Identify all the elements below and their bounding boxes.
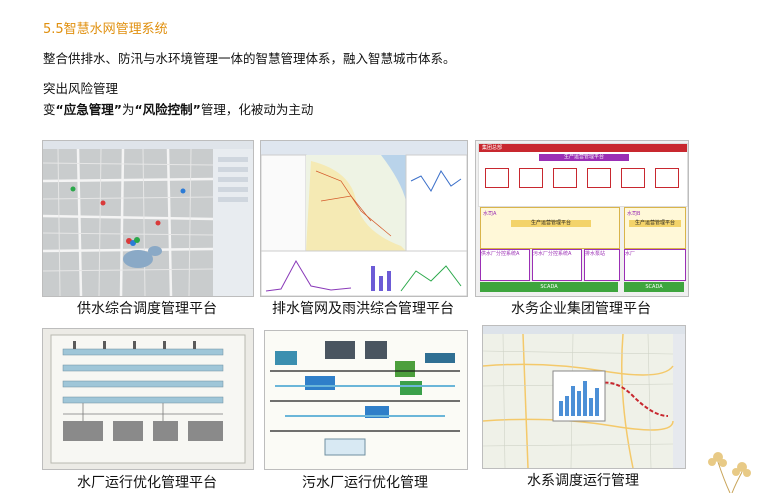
sewage-plant-scada-screenshot	[264, 330, 468, 470]
panel-caption-2: 排水管网及雨洪综合管理平台	[272, 301, 454, 317]
water-b-platform: 生产运营管理平台	[629, 220, 681, 227]
supply-system-label: 供水厂分控系统A	[480, 249, 530, 281]
water-plant-label: 水厂	[624, 249, 686, 281]
panel-caption-5: 污水厂运行优化管理	[302, 475, 428, 491]
panel-caption-3: 水务企业集团管理平台	[511, 301, 651, 317]
statement-suffix: 管理，化被动为主动	[200, 102, 314, 117]
water-plant-scada-screenshot	[42, 328, 254, 470]
flower-decoration-icon	[708, 452, 751, 493]
platform-label: 生产运营管理平台	[539, 154, 629, 161]
group-architecture-diagram: 集团总部 生产运营管理平台 水司A 生产运营管理平台 水司B 生产运营管理平台 …	[475, 140, 689, 297]
drainage-gis-screenshot	[260, 140, 468, 297]
statement-q1: “应急管理”	[55, 102, 122, 117]
statement-q2: “风险控制”	[134, 102, 201, 117]
pump-station-label: 排水泵站	[584, 249, 620, 281]
water-a-platform: 生产运营管理平台	[511, 220, 591, 227]
river-dispatch-map-screenshot	[482, 325, 686, 469]
subtitle-text: 突出风险管理	[43, 81, 119, 96]
intro-text: 整合供排水、防汛与水环境管理一体的智慧管理体系，融入智慧城市体系。	[43, 51, 456, 66]
statement-mid: 为	[121, 102, 135, 117]
water-supply-map-screenshot	[42, 140, 254, 297]
statement-prefix: 变	[43, 102, 56, 117]
panel-caption-6: 水系调度运行管理	[527, 473, 639, 489]
statement-text: 变“应急管理”为“风险控制”管理，化被动为主动	[43, 99, 313, 118]
panel-caption-1: 供水综合调度管理平台	[77, 301, 217, 317]
sewage-system-label: 污水厂分控系统A	[532, 249, 582, 281]
panel-caption-4: 水厂运行优化管理平台	[77, 475, 217, 491]
sys-header: 集团总部	[479, 144, 687, 152]
water-a-label: 水司A	[483, 211, 497, 217]
water-b-label: 水司B	[627, 211, 641, 217]
scada-bar-a: SCADA	[480, 282, 618, 292]
section-heading: 5.5智慧水网管理系统	[43, 22, 168, 37]
scada-bar-b: SCADA	[624, 282, 684, 292]
